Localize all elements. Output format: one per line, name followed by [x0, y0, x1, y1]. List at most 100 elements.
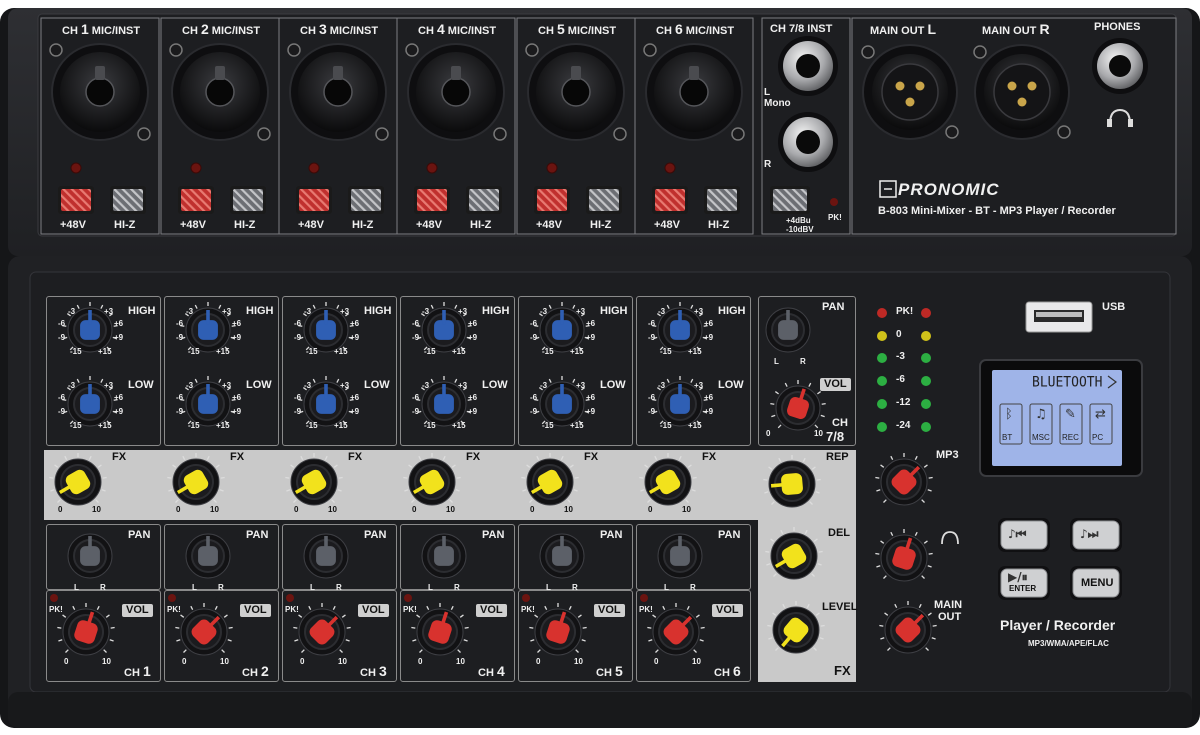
vol-badge: VOL [122, 604, 153, 617]
eq-tick: -6 [294, 393, 302, 402]
meter-label: -24 [896, 420, 911, 431]
channel-input-title: CH 6 MIC/INST [656, 22, 734, 37]
fx-del-label: DEL [828, 527, 850, 539]
pan-label: PAN [364, 529, 387, 541]
eq-tick: -15 [424, 421, 436, 430]
main-out-label-2: OUT [938, 611, 962, 623]
enter-button-label: ENTER [1009, 584, 1037, 593]
meter-label: -3 [896, 351, 905, 362]
ch-prefix: CH [714, 667, 733, 679]
eq-tick: -15 [306, 421, 318, 430]
eq-tick: +9 [704, 407, 714, 416]
eq-tick: -9 [58, 333, 66, 342]
channel-input-title: CH 2 MIC/INST [182, 22, 260, 37]
eq-tick: +9 [232, 407, 242, 416]
eq-tick: +3 [458, 381, 468, 390]
eq-tick: -3 [304, 381, 312, 390]
eq-tick: +15 [570, 421, 584, 430]
ch-number: 6 [732, 663, 741, 679]
eq-low-label: LOW [128, 379, 154, 391]
eq-tick: +15 [334, 421, 348, 430]
eq-low-label: LOW [482, 379, 508, 391]
ch-prefix: CH [124, 667, 143, 679]
ch-prefix: CH [478, 667, 497, 679]
meter-label: PK! [896, 306, 914, 317]
fx-rep-label: REP [826, 451, 849, 463]
eq-tick: +15 [216, 347, 230, 356]
main-out-l-title: MAIN OUT L [870, 22, 936, 37]
lcd-mode-text: BT [1002, 433, 1013, 442]
vol-min: 0 [182, 657, 187, 666]
eq-tick: +6 [468, 393, 478, 402]
fx-send-label: FX [466, 451, 481, 463]
phantom-label: +48V [654, 219, 680, 231]
phantom-label: +48V [536, 219, 562, 231]
ch-type: MIC/INST [208, 25, 261, 37]
eq-tick: -9 [294, 333, 302, 342]
fx-min: 0 [294, 505, 299, 514]
eq-tick: -6 [530, 319, 538, 328]
fx-send-label: FX [112, 451, 127, 463]
eq-tick: +3 [576, 307, 586, 316]
fx-send-label: FX [348, 451, 363, 463]
eq-tick: +9 [350, 333, 360, 342]
hiz-label: HI-Z [708, 219, 730, 231]
ch-type: MIC/INST [444, 25, 497, 37]
eq-high-label: HIGH [600, 305, 628, 317]
ch-type: MIC/INST [682, 25, 735, 37]
fx-min: 0 [530, 505, 535, 514]
eq-tick: -9 [58, 407, 66, 416]
vol-max: 10 [220, 657, 229, 666]
eq-tick: +3 [694, 307, 704, 316]
main-out-text: MAIN OUT [982, 25, 1040, 37]
meter-label: -6 [896, 374, 905, 385]
eq-tick: -3 [68, 307, 76, 316]
ch-prefix: CH [418, 25, 437, 37]
eq-tick: +6 [468, 319, 478, 328]
eq-high-label: HIGH [128, 305, 156, 317]
ch-number: 6 [674, 21, 683, 37]
peak-label: PK! [521, 605, 535, 614]
ch-number: 3 [318, 21, 327, 37]
model-name: B-803 Mini-Mixer - BT - MP3 Player / Rec… [878, 205, 1116, 217]
ch78-vol-badge: VOL [820, 378, 851, 391]
ch-type: MIC/INST [326, 25, 379, 37]
fx-min: 0 [58, 505, 63, 514]
ch78-ch-label: CH [832, 417, 848, 429]
ch78-mono-label: Mono [764, 98, 791, 109]
pan-label: PAN [718, 529, 741, 541]
fx-send-label: FX [230, 451, 245, 463]
eq-tick: +6 [586, 319, 596, 328]
ch-prefix: CH [656, 25, 675, 37]
eq-low-label: LOW [246, 379, 272, 391]
mixer-front-panel: CH 1 MIC/INST +48V HI-Z CH 2 MIC/INST +48V HI… [0, 0, 1200, 735]
eq-tick: -9 [648, 407, 656, 416]
next-button-icon: ♪⏭ [1080, 527, 1099, 541]
phantom-label: +48V [298, 219, 324, 231]
eq-tick: +15 [334, 347, 348, 356]
eq-tick: +15 [452, 421, 466, 430]
ch-number: 2 [200, 21, 209, 37]
eq-tick: +6 [114, 319, 124, 328]
hiz-label: HI-Z [470, 219, 492, 231]
phones-label: PHONES [1094, 21, 1141, 33]
eq-high-label: HIGH [718, 305, 746, 317]
main-out-text: MAIN OUT [870, 25, 928, 37]
hiz-label: HI-Z [352, 219, 374, 231]
ch-type: MIC/INST [564, 25, 617, 37]
eq-tick: -3 [186, 381, 194, 390]
main-out-label-1: MAIN [934, 599, 963, 611]
channel-strip-number: CH 5 [596, 664, 623, 679]
vol-max: 10 [692, 657, 701, 666]
eq-tick: -9 [412, 407, 420, 416]
channel-input-title: CH 4 MIC/INST [418, 22, 496, 37]
eq-tick: +9 [350, 407, 360, 416]
peak-label: PK! [167, 605, 181, 614]
eq-tick: +9 [114, 333, 124, 342]
eq-low-label: LOW [600, 379, 626, 391]
lcd-mode-text: REC [1062, 433, 1079, 442]
eq-high-label: HIGH [364, 305, 392, 317]
vol-badge: VOL [240, 604, 271, 617]
eq-tick: -3 [422, 381, 430, 390]
pan-label: PAN [246, 529, 269, 541]
